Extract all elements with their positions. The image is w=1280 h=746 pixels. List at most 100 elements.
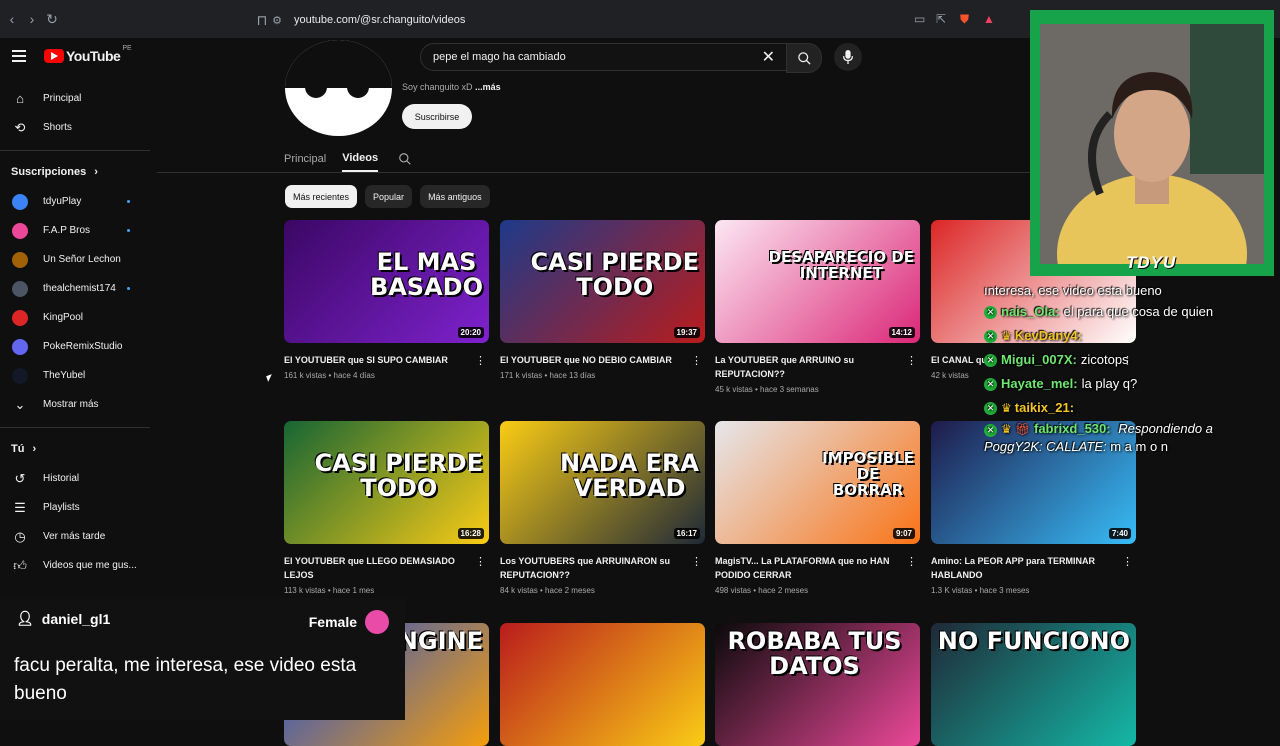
- sidebar-item-label: Playlists: [43, 502, 80, 513]
- reload-icon[interactable]: ↻: [42, 11, 62, 28]
- share-icon[interactable]: ⇱: [936, 12, 946, 26]
- stream-chat: ınteresa, ese video esta bueno ✕ nais_Ola…: [984, 282, 1274, 456]
- video-title[interactable]: Los YOUTUBERS que ARRUINARON su REPUTACI…: [500, 554, 688, 582]
- bookmark-icon[interactable]: ⊓: [252, 12, 272, 29]
- tab-principal[interactable]: Principal: [284, 147, 326, 171]
- video-title[interactable]: MagisTV... La PLATAFORMA que no HAN PODI…: [715, 554, 903, 582]
- more-options-icon[interactable]: ⋮: [475, 354, 486, 367]
- show-more-label: Mostrar más: [43, 399, 99, 410]
- sidebar-item-subscription[interactable]: thealchemist174: [0, 274, 150, 303]
- sidebar-item-principal[interactable]: ⌂ Principal: [0, 84, 150, 113]
- video-meta: 161 k vistas • hace 4 días: [284, 371, 375, 380]
- sort-chips: Más recientes Popular Más antiguos: [285, 185, 498, 208]
- video-title[interactable]: El YOUTUBER que LLEGO DEMASIADO LEJOS: [284, 554, 472, 582]
- more-options-icon[interactable]: ⋮: [906, 354, 917, 367]
- sidebar-item-watch-later[interactable]: ◷ Ver más tarde: [0, 522, 150, 551]
- tts-overlay: 👤︎ daniel_gl1 Female facu peralta, me in…: [0, 598, 405, 720]
- thumbnail-text: NO FUNCIONO: [937, 627, 1130, 655]
- video-card[interactable]: EL MAS BASADO 20:20 El YOUTUBER que SI SUP…: [284, 220, 489, 380]
- moderator-badge-icon: ✕: [984, 329, 997, 343]
- sidebar-item-liked[interactable]: 👍︎ Videos que me gus...: [0, 551, 150, 580]
- video-thumbnail[interactable]: NADA ERA VERDAD 16:17: [500, 421, 705, 544]
- menu-icon[interactable]: [12, 50, 26, 65]
- user-icon: 👤︎: [16, 610, 34, 626]
- sidebar-item-historial[interactable]: ↺ Historial: [0, 464, 150, 493]
- video-thumbnail[interactable]: EL MAS BASADO 20:20: [284, 220, 489, 343]
- video-title[interactable]: El YOUTUBER que NO DEBIO CAMBIAR: [500, 353, 688, 367]
- chat-fragment: ınteresa, ese video esta bueno: [984, 283, 1162, 298]
- sidebar-item-subscription[interactable]: KingPool: [0, 303, 150, 332]
- chip-most-recent[interactable]: Más recientes: [285, 185, 358, 208]
- channel-avatar[interactable]: [285, 40, 392, 136]
- chip-oldest[interactable]: Más antiguos: [420, 185, 490, 208]
- sidebar-item-subscription[interactable]: F.A.P Bros: [0, 216, 150, 245]
- subscribe-button[interactable]: Suscribirse: [402, 104, 472, 129]
- subscriptions-heading[interactable]: Suscripciones ›: [0, 157, 150, 187]
- video-thumbnail[interactable]: [500, 623, 705, 746]
- sidebar-item-subscription[interactable]: TheYubel: [0, 361, 150, 390]
- microphone-icon: [842, 50, 854, 64]
- sidebar-item-subscription[interactable]: tdyuPlay: [0, 187, 150, 216]
- video-thumbnail[interactable]: IMPOSIBLE DE BORRAR 9:07: [715, 421, 920, 544]
- sidebar-item-subscription[interactable]: PokeRemixStudio: [0, 332, 150, 361]
- search-icon: [797, 51, 811, 65]
- more-options-icon[interactable]: ⋮: [906, 555, 917, 568]
- rewards-icon[interactable]: ▲: [983, 12, 995, 26]
- thumbnail-text: EL MAS BASADO: [369, 248, 483, 302]
- search-button[interactable]: [786, 43, 822, 73]
- video-thumbnail[interactable]: DESAPARECIO DE INTERNET 14:12: [715, 220, 920, 343]
- sidebar-item-shorts[interactable]: ⟲ Shorts: [0, 113, 150, 142]
- thumbnail-text: ROBABA TUS DATOS: [727, 627, 902, 681]
- show-more-button[interactable]: ⌄ Mostrar más: [0, 390, 150, 419]
- back-icon[interactable]: ‹: [2, 11, 22, 27]
- more-options-icon[interactable]: ⋮: [691, 354, 702, 367]
- video-thumbnail[interactable]: ROBABA TUS DATOS: [715, 623, 920, 746]
- more-link[interactable]: ...más: [475, 82, 501, 92]
- video-meta: 45 k vistas • hace 3 semanas: [715, 385, 819, 394]
- video-card[interactable]: [500, 623, 705, 746]
- search-input[interactable]: pepe el mago ha cambiado ✕: [420, 43, 790, 71]
- site-info-icon[interactable]: ⚙: [270, 14, 284, 27]
- clear-search-icon[interactable]: ✕: [762, 47, 775, 67]
- more-options-icon[interactable]: ⋮: [691, 555, 702, 568]
- video-thumbnail[interactable]: NO FUNCIONO: [931, 623, 1136, 746]
- voice-search-button[interactable]: [834, 43, 862, 71]
- you-heading[interactable]: Tú ›: [0, 434, 150, 464]
- address-bar[interactable]: ⚙ youtube.com/@sr.changuito/videos: [270, 9, 1005, 31]
- search-icon[interactable]: [398, 152, 412, 166]
- video-thumbnail[interactable]: CASI PIERDE TODO 19:37: [500, 220, 705, 343]
- video-card[interactable]: CASI PIERDE TODO 19:37 El YOUTUBER que NO …: [500, 220, 705, 380]
- video-title[interactable]: El YOUTUBER que SI SUPO CAMBIAR: [284, 353, 472, 367]
- cast-icon[interactable]: ▭: [914, 12, 925, 26]
- video-title[interactable]: La YOUTUBER que ARRUINO su REPUTACION??: [715, 353, 903, 381]
- chip-popular[interactable]: Popular: [365, 185, 413, 208]
- video-card[interactable]: IMPOSIBLE DE BORRAR 9:07 MagisTV... La PLA…: [715, 421, 920, 595]
- sidebar-item-label: Videos que me gus...: [43, 560, 137, 571]
- tab-videos[interactable]: Videos: [342, 146, 379, 172]
- forward-icon[interactable]: ›: [22, 11, 42, 27]
- mouse-cursor: [266, 374, 274, 382]
- more-options-icon[interactable]: ⋮: [1122, 555, 1133, 568]
- video-card[interactable]: DESAPARECIO DE INTERNET 14:12 La YOUTUBER …: [715, 220, 920, 394]
- chat-text: m a m o n: [1110, 439, 1169, 454]
- tts-user: 👤︎ daniel_gl1: [16, 610, 110, 627]
- avatar: [12, 367, 28, 384]
- video-card[interactable]: NADA ERA VERDAD 16:17 Los YOUTUBERS que AR…: [500, 421, 705, 595]
- webcam-frame: TDYU: [1030, 10, 1274, 276]
- youtube-logo[interactable]: YouTube PE: [44, 45, 132, 64]
- chat-username: Hayate_mel:: [1001, 376, 1078, 391]
- video-card[interactable]: CASI PIERDE TODO 16:28 El YOUTUBER que LLE…: [284, 421, 489, 595]
- video-title[interactable]: Amino: La PEOR APP para TERMINAR HABLAND…: [931, 554, 1119, 582]
- chat-username: taikix_21:: [1014, 400, 1075, 415]
- video-card[interactable]: NO FUNCIONO: [931, 623, 1136, 746]
- brave-shield-icon[interactable]: ⛊: [960, 12, 969, 27]
- avatar: [12, 193, 28, 210]
- video-thumbnail[interactable]: CASI PIERDE TODO 16:28: [284, 421, 489, 544]
- more-options-icon[interactable]: ⋮: [475, 555, 486, 568]
- video-duration: 7:40: [1108, 528, 1131, 539]
- channel-description[interactable]: Soy changuito xD ...más: [402, 82, 501, 92]
- sidebar-item-subscription[interactable]: Un Señor Lechon: [0, 245, 150, 274]
- avatar: [12, 251, 28, 268]
- video-card[interactable]: ROBABA TUS DATOS: [715, 623, 920, 746]
- sidebar-item-playlists[interactable]: ☰ Playlists: [0, 493, 150, 522]
